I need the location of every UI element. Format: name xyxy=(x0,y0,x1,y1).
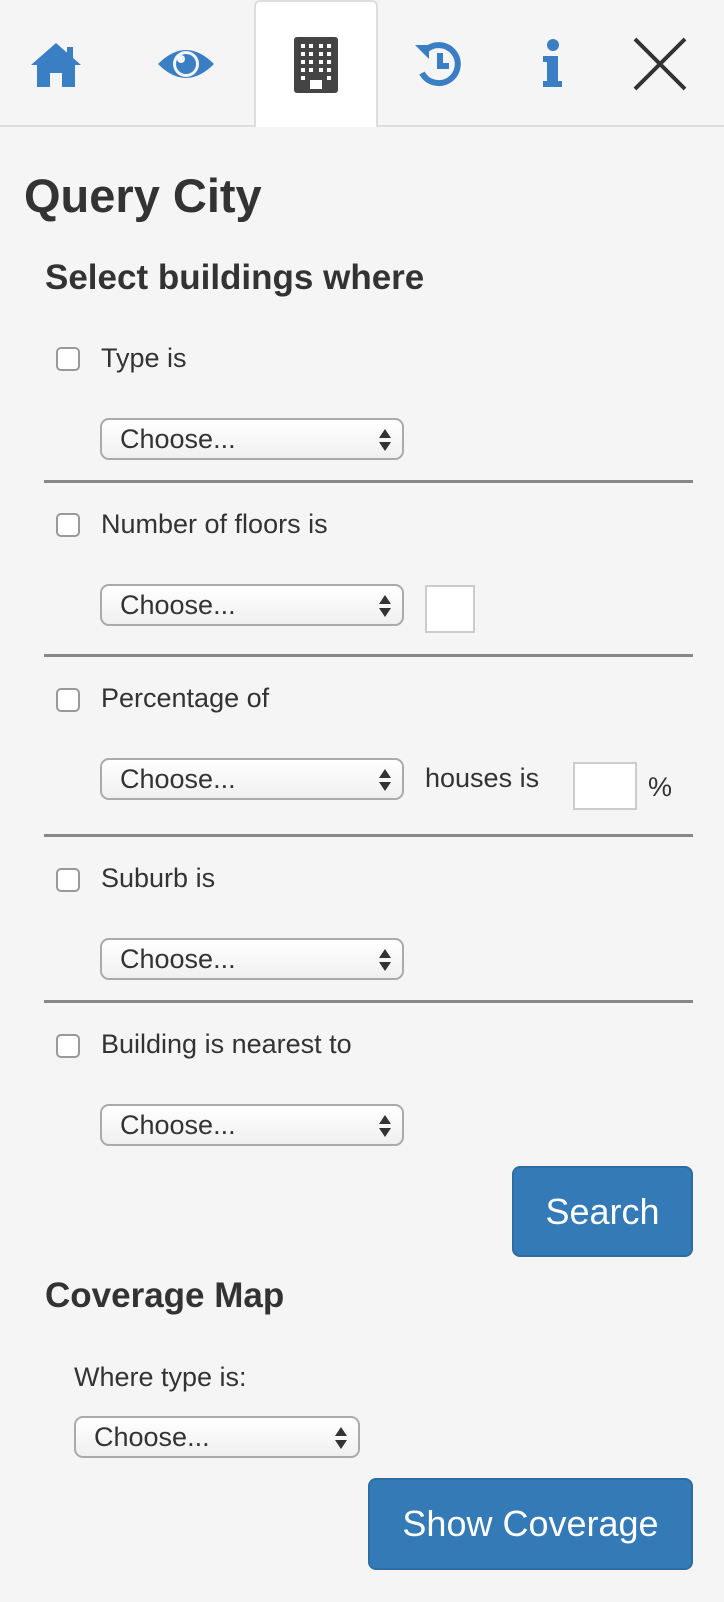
history-icon xyxy=(415,41,461,86)
suburb-checkbox[interactable] xyxy=(56,868,80,892)
select-arrows-icon xyxy=(335,1427,347,1449)
floors-label: Number of floors is xyxy=(101,509,328,539)
divider xyxy=(44,834,693,837)
coverage-select[interactable]: Choose... xyxy=(74,1416,360,1458)
suburb-label: Suburb is xyxy=(101,863,216,893)
suburb-select[interactable]: Choose... xyxy=(100,938,404,980)
houses-is-label: houses is xyxy=(425,763,540,793)
floors-select[interactable]: Choose... xyxy=(100,584,404,626)
tab-home[interactable] xyxy=(20,0,92,127)
close-icon xyxy=(633,37,687,90)
floors-input[interactable] xyxy=(425,585,475,633)
select-arrows-icon xyxy=(379,1115,391,1137)
type-checkbox[interactable] xyxy=(56,347,80,371)
tab-bar xyxy=(0,0,724,127)
type-label: Type is xyxy=(101,343,187,373)
home-icon xyxy=(31,42,81,87)
divider xyxy=(44,480,693,483)
select-arrows-icon xyxy=(379,595,391,617)
eye-icon xyxy=(158,49,214,78)
coverage-heading: Coverage Map xyxy=(45,1276,285,1315)
info-icon xyxy=(543,38,562,87)
percentage-checkbox[interactable] xyxy=(56,688,80,712)
percentage-select[interactable]: Choose... xyxy=(100,758,404,800)
select-arrows-icon xyxy=(379,429,391,451)
nearest-select[interactable]: Choose... xyxy=(100,1104,404,1146)
search-button[interactable]: Search xyxy=(512,1166,693,1257)
floors-select-value: Choose... xyxy=(120,589,236,620)
type-select[interactable]: Choose... xyxy=(100,418,404,460)
building-icon xyxy=(294,36,338,93)
select-arrows-icon xyxy=(379,769,391,791)
tab-view[interactable] xyxy=(148,0,224,127)
coverage-label: Where type is: xyxy=(74,1362,247,1392)
nearest-select-value: Choose... xyxy=(120,1109,236,1140)
percentage-select-value: Choose... xyxy=(120,763,236,794)
tab-history[interactable] xyxy=(404,0,476,127)
query-heading: Select buildings where xyxy=(45,258,425,297)
divider xyxy=(44,1000,693,1003)
select-arrows-icon xyxy=(379,949,391,971)
coverage-select-value: Choose... xyxy=(94,1421,210,1452)
percent-unit: % xyxy=(648,772,673,802)
nearest-checkbox[interactable] xyxy=(56,1034,80,1058)
percentage-input[interactable] xyxy=(573,762,637,810)
percentage-label: Percentage of xyxy=(101,683,270,713)
close-button[interactable] xyxy=(628,0,692,127)
tab-query[interactable] xyxy=(254,0,378,127)
show-coverage-button[interactable]: Show Coverage xyxy=(368,1478,693,1570)
tab-info[interactable] xyxy=(528,0,576,127)
divider xyxy=(44,654,693,657)
nearest-label: Building is nearest to xyxy=(101,1029,352,1059)
page-title: Query City xyxy=(24,169,262,222)
suburb-select-value: Choose... xyxy=(120,943,236,974)
floors-checkbox[interactable] xyxy=(56,513,80,537)
type-select-value: Choose... xyxy=(120,423,236,454)
